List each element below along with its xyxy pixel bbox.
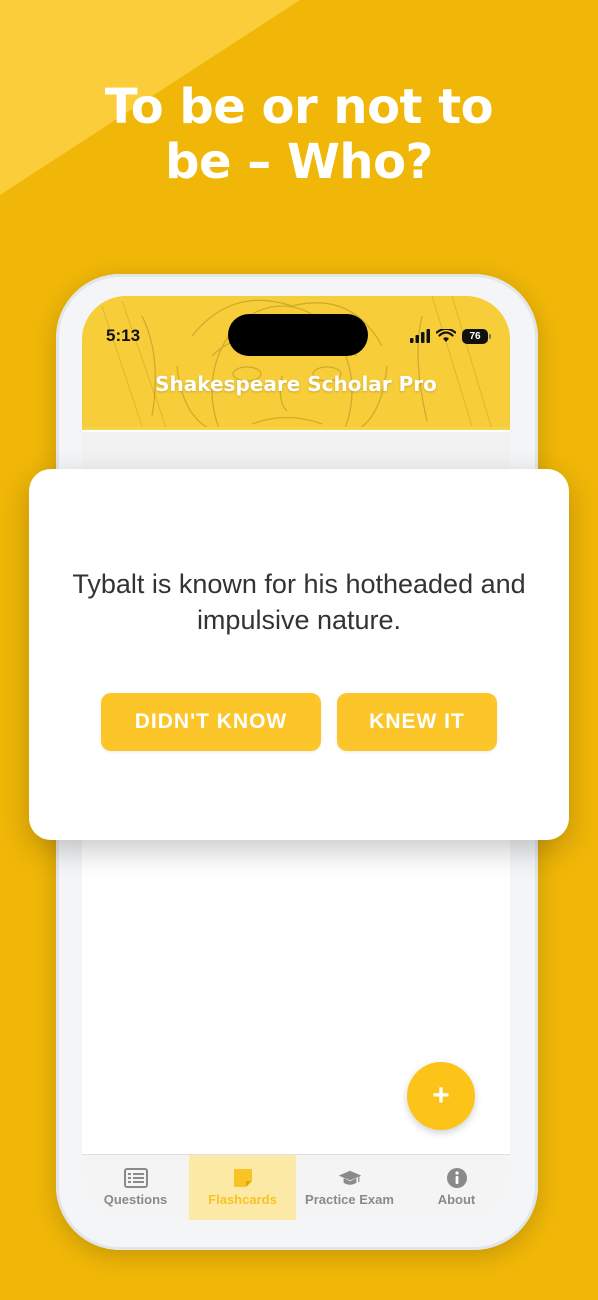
tab-bar: Questions Flashcards Practice Exam About xyxy=(82,1154,510,1220)
signal-icon xyxy=(410,329,430,343)
headline-line-2: be – Who? xyxy=(165,134,433,190)
app-header: 5:13 76 Shakespeare Scholar Pro xyxy=(82,296,510,430)
tab-questions[interactable]: Questions xyxy=(82,1155,189,1220)
tab-flashcards-label: Flashcards xyxy=(208,1192,277,1207)
tab-flashcards[interactable]: Flashcards xyxy=(189,1155,296,1220)
add-button[interactable]: + xyxy=(407,1062,475,1130)
headline-line-1: To be or not to xyxy=(104,79,494,135)
flashcard-icon xyxy=(233,1169,252,1187)
content-top-strip xyxy=(82,432,510,472)
app-title: Shakespeare Scholar Pro xyxy=(155,372,437,396)
headline: To be or not to be – Who? xyxy=(0,80,598,190)
info-icon xyxy=(446,1168,467,1188)
tab-questions-label: Questions xyxy=(103,1192,168,1207)
graduation-cap-icon xyxy=(338,1170,361,1185)
tab-about[interactable]: About xyxy=(403,1155,510,1220)
tab-practice-exam[interactable]: Practice Exam xyxy=(296,1155,403,1220)
wifi-icon xyxy=(436,329,456,342)
battery-icon: 76 xyxy=(462,328,491,344)
didnt-know-button[interactable]: DIDN'T KNOW xyxy=(101,693,321,751)
tab-practice-exam-label: Practice Exam xyxy=(305,1192,394,1207)
knew-it-button[interactable]: KNEW IT xyxy=(337,693,497,751)
tab-about-label: About xyxy=(437,1192,476,1207)
dynamic-island xyxy=(228,314,368,356)
header-divider xyxy=(82,427,510,430)
status-time: 5:13 xyxy=(106,326,141,345)
status-icons: 76 xyxy=(410,326,491,346)
flashcard-text: Tybalt is known for his hotheaded and im… xyxy=(72,569,526,635)
flashcard: Tybalt is known for his hotheaded and im… xyxy=(29,469,569,840)
list-icon xyxy=(123,1168,148,1188)
